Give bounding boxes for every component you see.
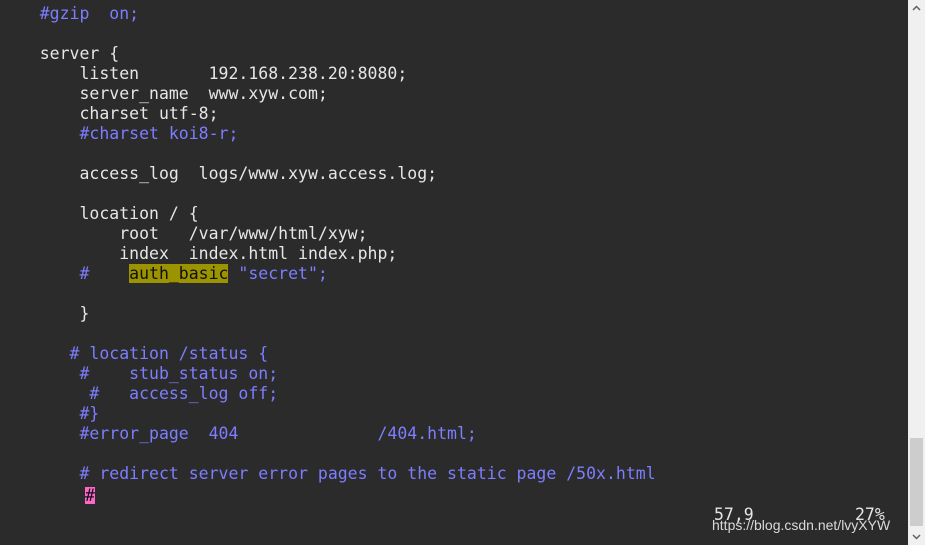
code-line: # stub_status on; — [0, 364, 278, 384]
code-text: server { — [0, 44, 120, 63]
code-text: listen 192.168.238.20:8080; — [0, 64, 408, 83]
watermark-text: https://blog.csdn.net/lvyXYW — [712, 517, 891, 533]
vertical-scrollbar[interactable] — [908, 0, 925, 545]
code-text: access_log logs/www.xyw.access.log; — [0, 164, 438, 183]
code-text: # access_log off; — [0, 384, 279, 403]
code-line: charset utf-8; — [0, 104, 219, 124]
code-text: server_name www.xyw.com; — [0, 84, 328, 103]
code-line: # location /status { — [0, 344, 269, 364]
code-text: charset utf-8; — [0, 104, 219, 123]
code-text: } — [0, 304, 90, 323]
code-line: # access_log off; — [0, 384, 278, 404]
code-line: # redirect server error pages to the sta… — [0, 464, 656, 484]
code-line: #error_page 404 /404.html; — [0, 424, 477, 444]
code-text: root /var/www/html/xyw; — [0, 224, 368, 243]
code-text: "secret"; — [228, 264, 328, 283]
cursor: # — [85, 486, 95, 505]
scroll-down-button[interactable] — [908, 528, 925, 545]
code-line: #charset koi8-r; — [0, 124, 238, 144]
code-text: location / { — [0, 204, 199, 223]
code-text: # — [0, 264, 130, 283]
code-text: #charset koi8-r; — [0, 124, 239, 143]
terminal-window[interactable]: #gzip on; server { listen 192.168.238.20… — [0, 0, 908, 545]
code-line: location / { — [0, 204, 199, 224]
code-text: #gzip on; — [0, 4, 140, 23]
scroll-thumb[interactable] — [910, 438, 923, 526]
arrow-down-icon — [912, 534, 921, 540]
code-line: server { — [0, 44, 119, 64]
code-text: #} — [0, 404, 100, 423]
code-line: server_name www.xyw.com; — [0, 84, 328, 104]
code-line: #} — [0, 404, 99, 424]
search-highlight: auth_basic — [129, 264, 229, 283]
code-line: access_log logs/www.xyw.access.log; — [0, 164, 437, 184]
code-line: root /var/www/html/xyw; — [0, 224, 368, 244]
code-line: listen 192.168.238.20:8080; — [0, 64, 407, 84]
code-line: } — [0, 304, 89, 324]
scroll-up-button[interactable] — [908, 0, 925, 17]
code-text: # location /status { — [0, 344, 269, 363]
code-line: index index.html index.php; — [0, 244, 397, 264]
code-text: # stub_status on; — [0, 364, 279, 383]
code-text: #error_page 404 /404.html; — [0, 424, 477, 443]
code-line: #gzip on; — [0, 4, 139, 24]
code-text: index index.html index.php; — [0, 244, 398, 263]
code-text: # redirect server error pages to the sta… — [0, 464, 656, 483]
arrow-up-icon — [912, 5, 921, 11]
code-line: # auth_basic "secret"; — [0, 264, 328, 284]
